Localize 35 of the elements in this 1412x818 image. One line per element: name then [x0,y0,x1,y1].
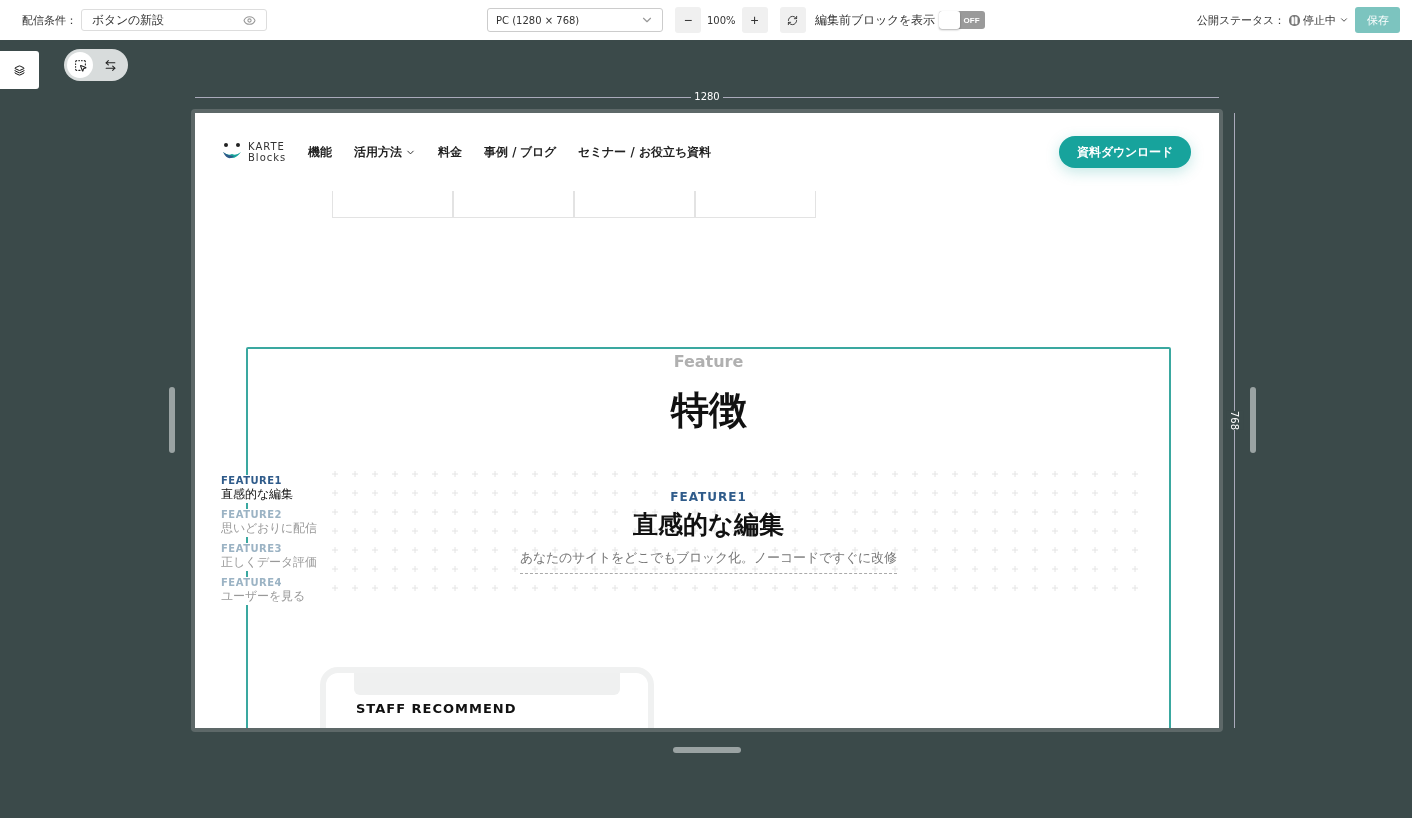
resize-handle[interactable] [1250,387,1256,453]
refresh-button[interactable] [779,7,806,33]
select-mode-button[interactable] [67,52,93,78]
section-title: 特徴 [670,387,747,434]
cursor-icon [73,58,87,72]
pause-icon [1289,14,1300,26]
zoom-level: 100% [707,14,736,26]
nav-link[interactable]: セミナー / お役立ち資料 [578,144,711,160]
section-eyebrow: Feature [673,352,744,371]
nav-link[interactable]: 活用方法 [354,144,417,160]
logo-text: KARTE Blocks [248,141,287,163]
nav-link[interactable]: 事例 / ブログ [484,144,557,160]
layers-icon [14,64,25,76]
resize-handle[interactable] [169,387,175,453]
layers-button[interactable] [0,51,39,89]
feature-tag: FEATURE1 [670,490,747,504]
device-select[interactable]: PC (1280 × 768) [487,8,663,32]
swap-icon [103,58,117,72]
nav-link[interactable]: 料金 [438,144,463,160]
show-before-label: 編集前ブロックを表示 [814,11,935,29]
feature-description: あなたのサイトをどこでもブロック化。ノーコードですぐに改修 [520,549,897,574]
nav-link[interactable]: 機能 [308,144,333,160]
resize-handle[interactable] [673,747,741,753]
refresh-icon [787,14,799,26]
card-title: STAFF RECOMMEND [356,701,518,716]
eye-icon[interactable] [243,13,256,27]
zoom-in-button[interactable]: + [741,7,768,33]
condition-field[interactable]: ボタンの新設 [81,9,267,31]
width-label: 1280 [691,91,723,103]
status-dropdown[interactable]: 停止中 [1289,12,1349,28]
condition-label: 配信条件： [22,12,77,28]
chevron-down-icon [1339,15,1349,25]
feature-title: 直感的な編集 [633,509,784,541]
zoom-out-button[interactable]: − [675,7,701,33]
status-label: 公開ステータス： [1197,12,1285,28]
